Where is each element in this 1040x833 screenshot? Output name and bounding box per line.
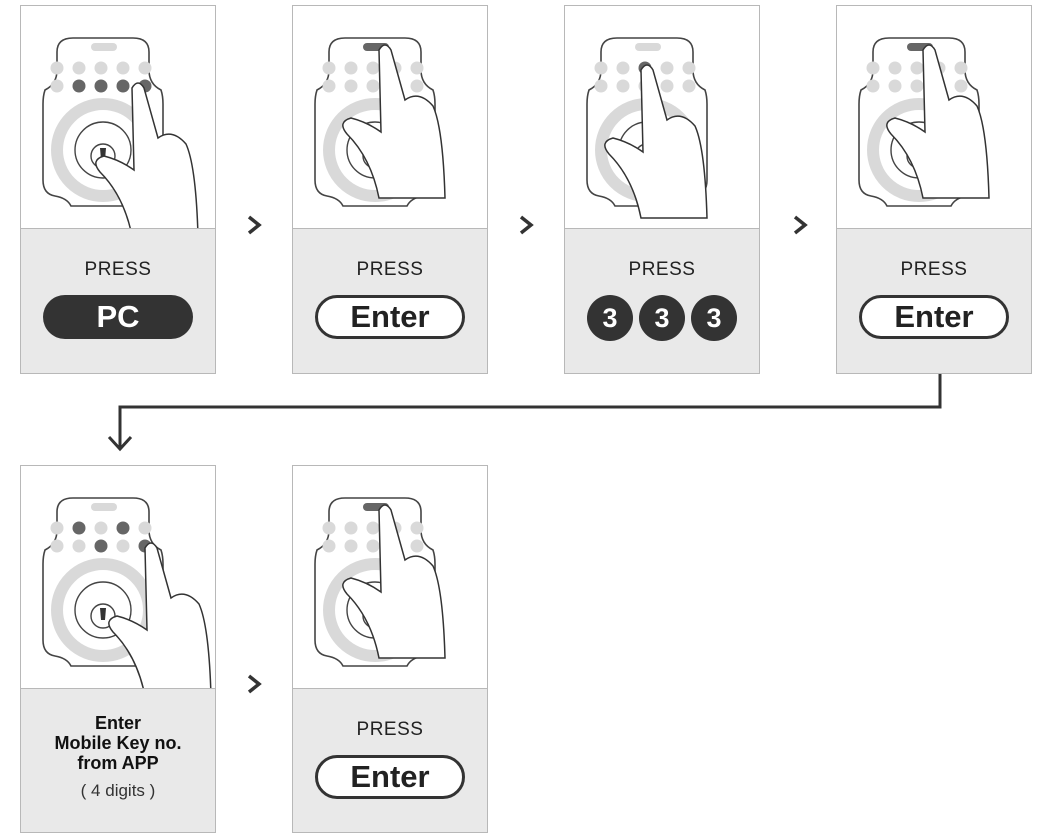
instruction-line: from APP — [77, 753, 159, 773]
instruction-line: Enter — [94, 713, 141, 733]
step-caption: Enter Mobile Key no. from APP ( 4 digits… — [21, 689, 215, 832]
keypad-dot-icon — [366, 539, 380, 553]
keypad-dot-icon — [94, 521, 108, 535]
step-5-card: Enter Mobile Key no. from APP ( 4 digits… — [20, 465, 216, 833]
keypad-dot-icon — [116, 521, 130, 535]
step-6-card: PRESS Enter — [292, 465, 488, 833]
lock-body — [314, 497, 446, 667]
flow-connector-arrow — [107, 374, 942, 452]
lock-illustration — [21, 466, 215, 689]
mobile-key-instruction: Enter Mobile Key no. from APP — [21, 713, 215, 773]
keypad-dot-icon — [50, 521, 64, 535]
keypad-dot-icon — [94, 539, 108, 553]
keypad-dot-icon — [410, 539, 424, 553]
keypad-dot-icon — [366, 521, 380, 535]
press-label: PRESS — [356, 719, 424, 740]
lock-illustration — [293, 466, 487, 689]
keypad-dot-icon — [50, 539, 64, 553]
lock-with-hand-icon — [314, 497, 446, 667]
keyhole-icon — [100, 608, 106, 620]
lock-body — [42, 497, 212, 688]
digits-hint: ( 4 digits ) — [80, 781, 156, 800]
keypad-dot-icon — [322, 539, 336, 553]
keypad-dot-icon — [344, 521, 358, 535]
enter-button-badge: Enter — [315, 755, 465, 799]
keypad-dot-icon — [322, 521, 336, 535]
enter-key-icon — [91, 503, 117, 511]
lock-with-hand-icon — [42, 497, 212, 688]
keypad-dot-icon — [410, 521, 424, 535]
step-caption: PRESS Enter — [293, 689, 487, 832]
instruction-line: Mobile Key no. — [54, 733, 182, 753]
keypad-dot-icon — [72, 521, 86, 535]
keypad-dot-icon — [116, 539, 130, 553]
chevron-right-icon — [247, 674, 262, 694]
keypad-dot-icon — [72, 539, 86, 553]
keypad-dot-icon — [138, 521, 152, 535]
keypad-dot-icon — [344, 539, 358, 553]
